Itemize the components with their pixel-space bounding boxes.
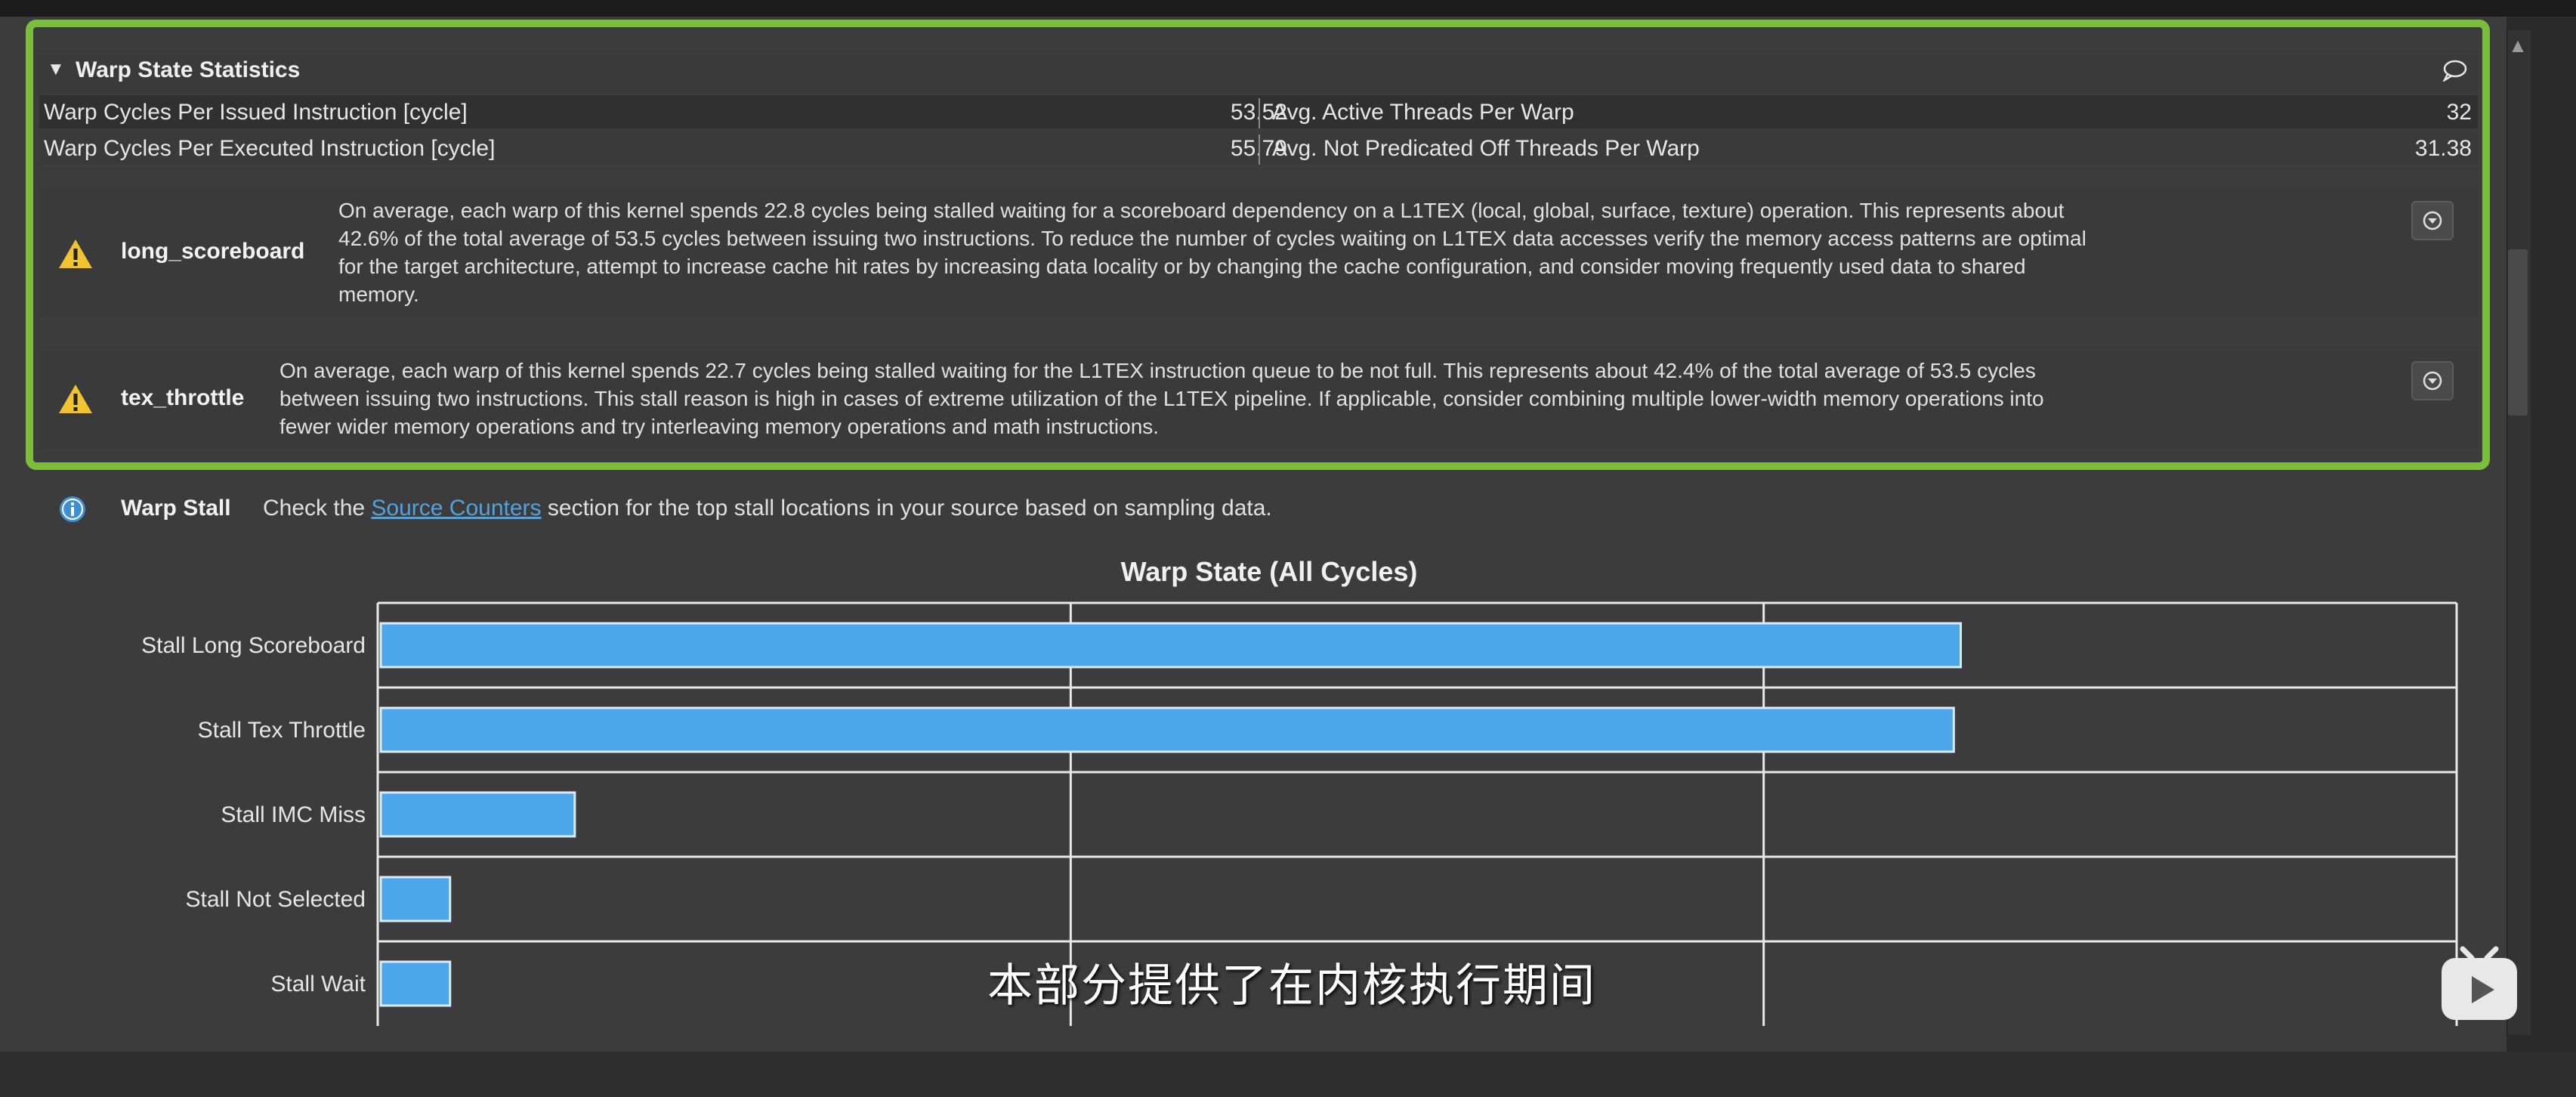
info-text: Check the Source Counters section for th… bbox=[263, 496, 1272, 521]
source-counters-link[interactable]: Source Counters bbox=[371, 496, 541, 521]
top-toolbar-edge bbox=[0, 0, 2576, 18]
bar bbox=[379, 960, 452, 1007]
vertical-scrollbar[interactable] bbox=[2507, 30, 2531, 1035]
category-label: Stall Tex Throttle bbox=[198, 718, 366, 743]
bottom-bar bbox=[0, 1052, 2576, 1097]
chart-title: Warp State (All Cycles) bbox=[1120, 556, 1418, 587]
bar bbox=[379, 791, 576, 838]
scrollbar-thumb[interactable] bbox=[2508, 249, 2528, 416]
bar bbox=[379, 876, 452, 922]
category-label: Stall IMC Miss bbox=[221, 802, 366, 827]
bar bbox=[379, 706, 1955, 753]
info-icon bbox=[60, 496, 85, 522]
scroll-up-arrow-icon[interactable]: ▲ bbox=[2507, 30, 2529, 60]
play-icon[interactable] bbox=[2437, 946, 2522, 1024]
category-label: Stall Wait bbox=[270, 972, 366, 997]
bar bbox=[379, 622, 1963, 669]
category-label: Stall Not Selected bbox=[186, 887, 366, 912]
category-label: Stall Long Scoreboard bbox=[141, 633, 366, 658]
highlight-frame bbox=[26, 20, 2490, 470]
info-title: Warp Stall bbox=[121, 496, 231, 521]
video-subtitle: 本部分提供了在内核执行期间 bbox=[987, 959, 1596, 1012]
